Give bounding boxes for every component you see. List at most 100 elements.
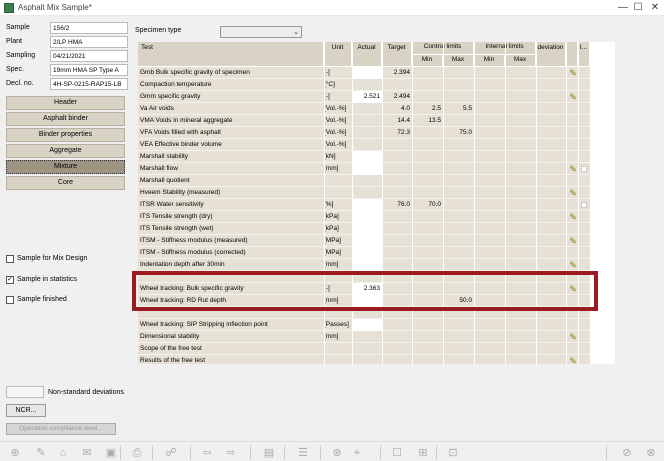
nav-mixture[interactable]: Mixture [6,160,125,174]
close-button[interactable]: ✕ [648,2,662,14]
nav-asphalt-binder[interactable]: Asphalt binder [6,112,125,126]
checkbox-box[interactable] [6,255,14,263]
col-header-target[interactable]: Target [382,42,412,67]
pencil-icon[interactable]: ✎ [568,236,578,246]
pencil-icon[interactable]: ✎ [568,356,578,364]
ncr-button[interactable]: NCR... [6,404,46,417]
toolbar-icon-1[interactable]: ⊕ [8,446,22,460]
col-header-unit[interactable]: Unit [324,42,352,67]
actual-value[interactable] [352,151,382,163]
maximize-button[interactable]: ☐ [631,2,645,14]
toolbar-icon-5[interactable]: ▣ [104,446,118,460]
actual-value[interactable] [352,67,382,79]
toolbar-icon-7[interactable]: ☍ [164,446,178,460]
toolbar-icon-10[interactable]: ▤ [262,446,276,460]
actual-value[interactable] [352,163,382,175]
row-checkbox[interactable] [581,202,587,208]
actual-value[interactable] [352,187,382,199]
field-value[interactable]: 4H-SP-0215-RAP15-LB [50,78,128,90]
minimize-button[interactable]: — [616,2,630,14]
table-row[interactable]: Indentation depth after 30min [mm] ✎ [138,259,590,271]
table-row[interactable]: ITSR Water sensitivity [%] 76.0 70.0 [138,199,590,211]
field-value[interactable]: 156/2 [50,22,128,34]
pencil-icon[interactable]: ✎ [568,260,578,270]
nav-header[interactable]: Header [6,96,125,110]
table-row[interactable]: VMA Voids in mineral aggregate [Vol.-%] 14… [138,115,590,127]
operation-compliance-button[interactable]: Operation compliance level... [6,423,116,435]
table-row[interactable]: ITSM - Stiffness modulus (measured) [MPa]… [138,235,590,247]
toolbar-icon-3[interactable]: ⌂ [56,446,70,460]
actual-value[interactable] [352,211,382,223]
pencil-icon[interactable]: ✎ [568,212,578,222]
actual-value[interactable] [352,103,382,115]
col-header-control-min[interactable]: Min [412,55,443,67]
row-checkbox[interactable] [581,166,587,172]
table-row[interactable]: VFA Voids filled with asphalt [Vol.-%] 72.… [138,127,590,139]
table-row[interactable]: ITS Tensile strength (dry) [kPa] ✎ [138,211,590,223]
table-row[interactable]: Marshall flow [mm] ✎ [138,163,590,175]
pencil-icon[interactable]: ✎ [568,188,578,198]
col-header-edit[interactable] [566,42,578,67]
actual-value[interactable] [352,79,382,91]
toolbar-icon-17[interactable]: ⊘ [620,446,634,460]
actual-value[interactable] [352,235,382,247]
actual-value[interactable] [352,139,382,151]
table-row[interactable]: Scope of the free test [138,343,590,355]
col-header-internal-min[interactable]: Min [474,55,505,67]
pencil-icon[interactable]: ✎ [568,164,578,174]
table-row[interactable]: Results of the free test ✎ [138,355,590,364]
actual-value[interactable] [352,223,382,235]
actual-value[interactable] [352,115,382,127]
col-header-extra[interactable]: I... [578,42,590,67]
table-row[interactable]: Marshall stability [kN] [138,151,590,163]
actual-value[interactable] [352,247,382,259]
actual-value[interactable] [352,343,382,355]
checkbox-box[interactable] [6,296,14,304]
table-row[interactable]: Dimensional stability [mm] ✎ [138,331,590,343]
pencil-icon[interactable]: ✎ [568,68,578,78]
toolbar-icon-2[interactable]: ✎ [34,446,48,460]
pencil-icon[interactable]: ✎ [568,92,578,102]
col-header-control-max[interactable]: Max [443,55,474,67]
table-row[interactable]: ITSM - Stiffness modulus (corrected) [MPa… [138,247,590,259]
actual-value[interactable] [352,259,382,271]
table-row[interactable]: Wheel tracking: SIP Stripping inflection… [138,319,590,331]
nav-aggregate[interactable]: Aggregate [6,144,125,158]
table-row[interactable]: Gmm specific gravity [-] 2.521 2.494 ✎ [138,91,590,103]
toolbar-icon-11[interactable]: ☰ [296,446,310,460]
table-row[interactable]: Hveem Stability (measured) ✎ [138,187,590,199]
field-value[interactable]: 2/LP HMA [50,36,128,48]
specimen-type-select[interactable]: ⌄ [220,26,302,38]
actual-value[interactable] [352,199,382,211]
actual-value[interactable] [352,175,382,187]
table-row[interactable]: VEA Effective binder volume [Vol.-%] [138,139,590,151]
actual-value[interactable] [352,331,382,343]
col-header-deviation[interactable]: deviation [536,42,566,67]
actual-value[interactable] [352,355,382,364]
toolbar-icon-6[interactable]: ⎙ [130,446,144,460]
table-row[interactable]: ITS Tensile strength (wet) [kPa] [138,223,590,235]
toolbar-icon-18[interactable]: ⊗ [644,446,658,460]
toolbar-icon-8[interactable]: ⇦ [200,446,214,460]
table-row[interactable]: Va Air voids [Vol.-%] 4.0 2.5 5.5 [138,103,590,115]
toolbar-icon-4[interactable]: ✉ [80,446,94,460]
field-value[interactable]: 19mm HMA SP Type A [50,64,128,76]
pencil-icon[interactable]: ✎ [568,332,578,342]
toolbar-icon-15[interactable]: ⊞ [416,446,430,460]
actual-value[interactable]: 2.521 [352,91,382,103]
nav-core[interactable]: Core [6,176,125,190]
table-row[interactable]: Gmb Bulk specific gravity of specimen [-]… [138,67,590,79]
actual-value[interactable] [352,319,382,331]
table-row[interactable]: Compaction temperature [°C] [138,79,590,91]
toolbar-icon-16[interactable]: ⊡ [446,446,460,460]
toolbar-icon-12[interactable]: ⊛ [330,446,344,460]
toolbar-icon-13[interactable]: ⌖ [350,446,364,460]
toolbar-icon-9[interactable]: ⇨ [224,446,238,460]
nav-binder-properties[interactable]: Binder properties [6,128,125,142]
table-row[interactable]: Marshall quotient [138,175,590,187]
col-header-actual[interactable]: Actual [352,42,382,67]
checkbox-box[interactable]: ✓ [6,276,14,284]
col-header-internal-max[interactable]: Max [505,55,536,67]
col-header-test[interactable]: Test [138,42,324,67]
checkbox-sample-for-mix-design[interactable]: Sample for Mix Design [6,254,156,264]
